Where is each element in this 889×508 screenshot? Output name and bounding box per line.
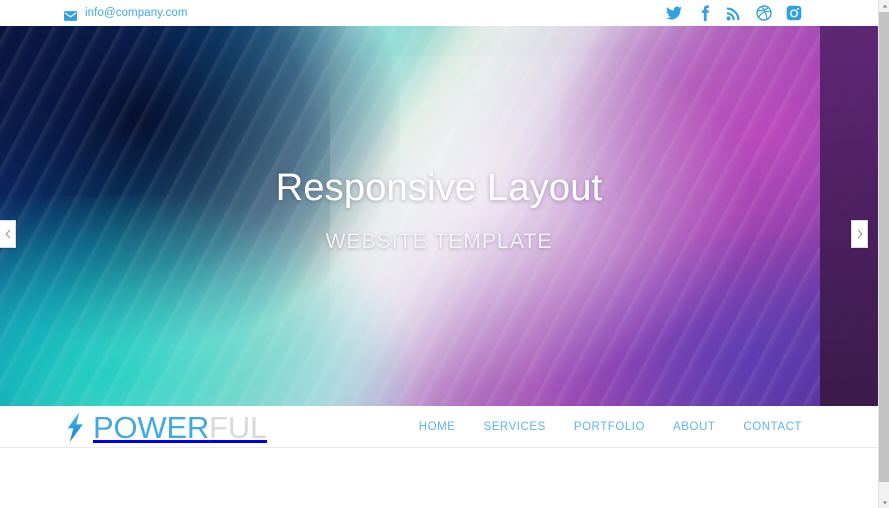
logo-text-primary: POWER: [93, 409, 210, 445]
vertical-scrollbar[interactable]: [878, 0, 889, 508]
scrollbar-up-button[interactable]: [879, 0, 889, 11]
nav-item-services[interactable]: SERVICES: [483, 421, 545, 433]
nav-item-contact[interactable]: CONTACT: [743, 421, 802, 433]
carousel-next-button[interactable]: [851, 220, 868, 248]
top-utility-bar: info@company.com: [0, 0, 878, 26]
social-link-rss[interactable]: [726, 5, 742, 21]
main-navigation: HOME SERVICES PORTFOLIO ABOUT CONTACT: [419, 406, 802, 448]
page-viewport: info@company.com Responsive Layout WEBSI…: [0, 0, 878, 508]
site-logo[interactable]: POWERFUL: [64, 406, 267, 448]
hero-copy: Responsive Layout WEBSITE TEMPLATE: [0, 26, 878, 406]
nav-item-portfolio[interactable]: PORTFOLIO: [574, 421, 645, 433]
social-link-facebook[interactable]: [696, 5, 712, 21]
hero-title: Responsive Layout: [275, 167, 603, 210]
email-text: info@company.com: [85, 7, 188, 19]
hero-slider: Responsive Layout WEBSITE TEMPLATE: [0, 26, 878, 406]
chevron-right-icon: [857, 229, 863, 239]
instagram-icon: [786, 5, 802, 21]
social-link-dribbble[interactable]: [756, 5, 772, 21]
carousel-prev-button[interactable]: [0, 220, 16, 248]
logo-text: POWERFUL: [93, 412, 267, 443]
twitter-icon: [666, 5, 682, 21]
dribbble-icon: [756, 5, 772, 21]
lightning-bolt-icon: [64, 412, 86, 442]
nav-item-about[interactable]: ABOUT: [673, 421, 715, 433]
site-header: POWERFUL HOME SERVICES PORTFOLIO ABOUT C…: [0, 406, 878, 448]
scrollbar-down-button[interactable]: [879, 497, 889, 508]
social-link-instagram[interactable]: [786, 5, 802, 21]
contact-email[interactable]: info@company.com: [64, 0, 188, 26]
nav-item-home[interactable]: HOME: [419, 421, 456, 433]
social-link-twitter[interactable]: [666, 5, 682, 21]
facebook-icon: [696, 5, 712, 21]
logo-text-secondary: FUL: [209, 409, 268, 445]
chevron-left-icon: [5, 229, 11, 239]
envelope-icon: [64, 8, 77, 21]
page-content-area: [0, 449, 878, 508]
scrollbar-thumb[interactable]: [879, 12, 889, 482]
browser-page: info@company.com Responsive Layout WEBSI…: [0, 0, 889, 508]
rss-icon: [726, 5, 742, 21]
social-links: [666, 0, 802, 26]
hero-subtitle: WEBSITE TEMPLATE: [325, 229, 553, 253]
